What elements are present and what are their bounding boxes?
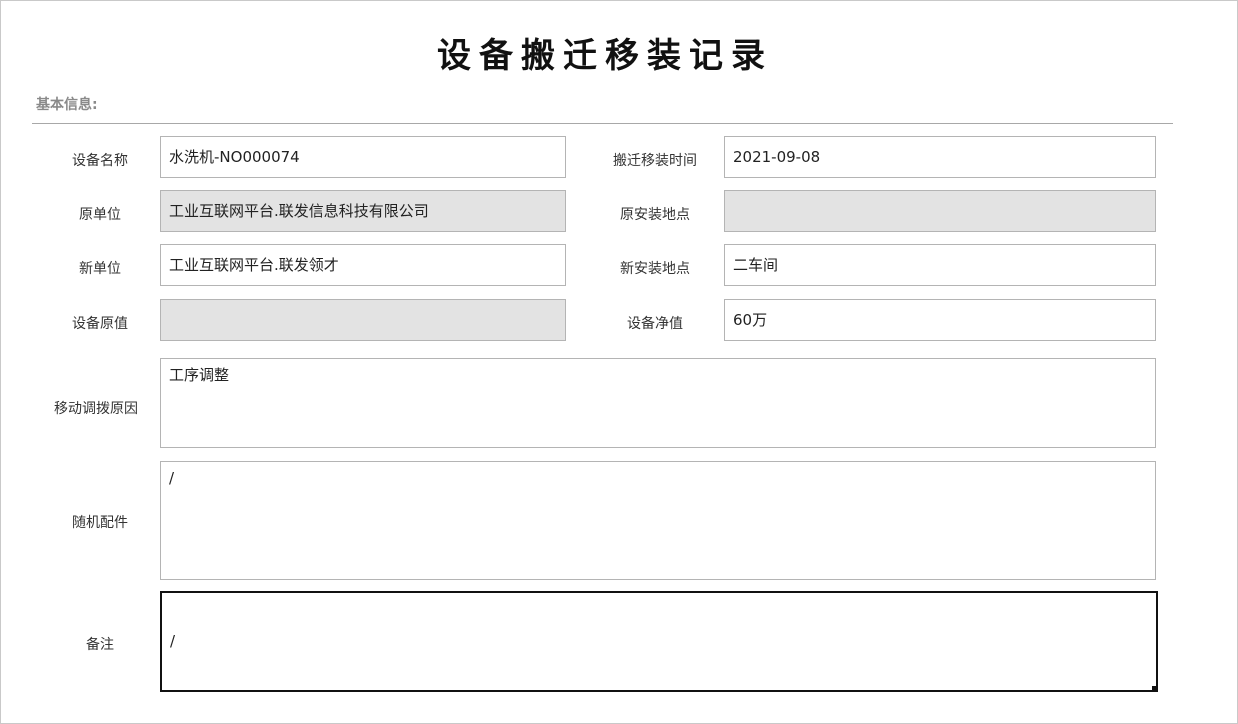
remarks-textarea[interactable]: / [160, 591, 1158, 692]
original-unit-label: 原单位 [79, 207, 121, 223]
original-location-field[interactable] [724, 190, 1156, 232]
device-name-label: 设备名称 [72, 153, 128, 169]
original-value-label: 设备原值 [72, 316, 128, 332]
original-location-label: 原安装地点 [620, 207, 690, 223]
new-location-label: 新安装地点 [620, 261, 690, 277]
new-unit-label: 新单位 [79, 261, 121, 277]
reason-label: 移动调拨原因 [54, 401, 138, 417]
device-name-field[interactable]: 水洗机-NO000074 [160, 136, 566, 178]
new-location-field[interactable]: 二车间 [724, 244, 1156, 286]
section-title-basic-info: 基本信息: [36, 97, 98, 113]
accessories-label: 随机配件 [72, 515, 128, 531]
net-value-field[interactable]: 60万 [724, 299, 1156, 341]
original-value-field[interactable] [160, 299, 566, 341]
remarks-label: 备注 [86, 637, 114, 653]
section-divider [32, 123, 1173, 124]
resize-handle-icon[interactable] [1152, 686, 1156, 690]
relocation-time-field[interactable]: 2021-09-08 [724, 136, 1156, 178]
original-unit-field[interactable]: 工业互联网平台.联发信息科技有限公司 [160, 190, 566, 232]
page-title: 设备搬迁移装记录 [437, 36, 773, 76]
accessories-textarea[interactable]: / [160, 461, 1156, 580]
new-unit-field[interactable]: 工业互联网平台.联发领才 [160, 244, 566, 286]
net-value-label: 设备净值 [627, 316, 683, 332]
relocation-time-label: 搬迁移装时间 [613, 153, 697, 169]
reason-textarea[interactable]: 工序调整 [160, 358, 1156, 448]
